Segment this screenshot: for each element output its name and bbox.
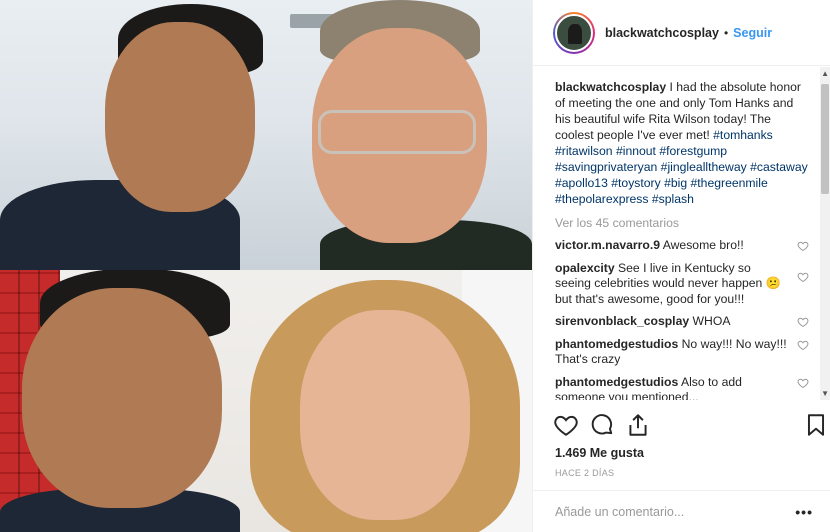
avatar[interactable]: [553, 11, 595, 54]
post-header: blackwatchcosplay • Seguir: [533, 0, 830, 66]
comment-item: sirenvonblack_cosplay WHOA: [555, 314, 809, 330]
heart-icon[interactable]: [553, 412, 579, 438]
caption: blackwatchcosplay I had the absolute hon…: [555, 79, 809, 207]
comment-input[interactable]: [555, 504, 796, 519]
header-username[interactable]: blackwatchcosplay: [605, 26, 719, 40]
man-face-bottom: [22, 288, 222, 508]
glasses: [318, 110, 476, 154]
photo-top-half: [0, 0, 532, 270]
post-photo[interactable]: [0, 0, 532, 532]
woman-face: [300, 310, 470, 520]
comment-username[interactable]: sirenvonblack_cosplay: [555, 314, 689, 328]
likes-count[interactable]: 1.469 Me gusta: [555, 446, 644, 460]
share-icon[interactable]: [625, 412, 651, 438]
comment-item: victor.m.navarro.9 Awesome bro!!: [555, 238, 809, 254]
comment-username[interactable]: victor.m.navarro.9: [555, 238, 660, 252]
action-bar: [553, 412, 825, 440]
heart-icon[interactable]: [797, 240, 809, 252]
follow-button[interactable]: Seguir: [733, 26, 772, 40]
man-face: [105, 22, 255, 212]
comment-text: Awesome bro!!: [662, 238, 744, 252]
comment-username[interactable]: phantomedgestudios: [555, 375, 678, 389]
comments-area[interactable]: blackwatchcosplay I had the absolute hon…: [533, 67, 830, 400]
heart-icon[interactable]: [797, 339, 809, 351]
bookmark-icon[interactable]: [803, 412, 829, 438]
scroll-up-arrow-icon[interactable]: ▲: [821, 69, 829, 78]
avatar-image: [555, 13, 593, 52]
comment-username[interactable]: phantomedgestudios: [555, 337, 678, 351]
heart-icon[interactable]: [797, 316, 809, 328]
scrollbar-thumb[interactable]: [821, 84, 829, 194]
heart-icon[interactable]: [797, 377, 809, 389]
comment-username[interactable]: opalexcity: [555, 261, 615, 275]
scroll-down-arrow-icon[interactable]: ▼: [821, 389, 829, 398]
comment-icon[interactable]: [589, 412, 615, 438]
comment-item: phantomedgestudios Also to add someone y…: [555, 375, 809, 400]
comment-text: WHOA: [692, 314, 731, 328]
photo-bottom-half: [0, 270, 532, 532]
post-side-panel: blackwatchcosplay • Seguir blackwatchcos…: [532, 0, 830, 532]
post-timestamp[interactable]: HACE 2 DÍAS: [555, 468, 614, 478]
more-options-icon[interactable]: •••: [795, 504, 813, 520]
comment-item: phantomedgestudios No way!!! No way!!! T…: [555, 337, 809, 368]
view-all-comments-link[interactable]: Ver los 45 comentarios: [555, 215, 809, 231]
add-comment-bar: •••: [533, 490, 830, 532]
heart-icon[interactable]: [797, 271, 809, 283]
comment-item: opalexcity See I live in Kentucky so see…: [555, 261, 809, 308]
header-separator: •: [723, 25, 729, 40]
caption-username[interactable]: blackwatchcosplay: [555, 80, 666, 94]
instagram-post: blackwatchcosplay • Seguir blackwatchcos…: [0, 0, 830, 532]
